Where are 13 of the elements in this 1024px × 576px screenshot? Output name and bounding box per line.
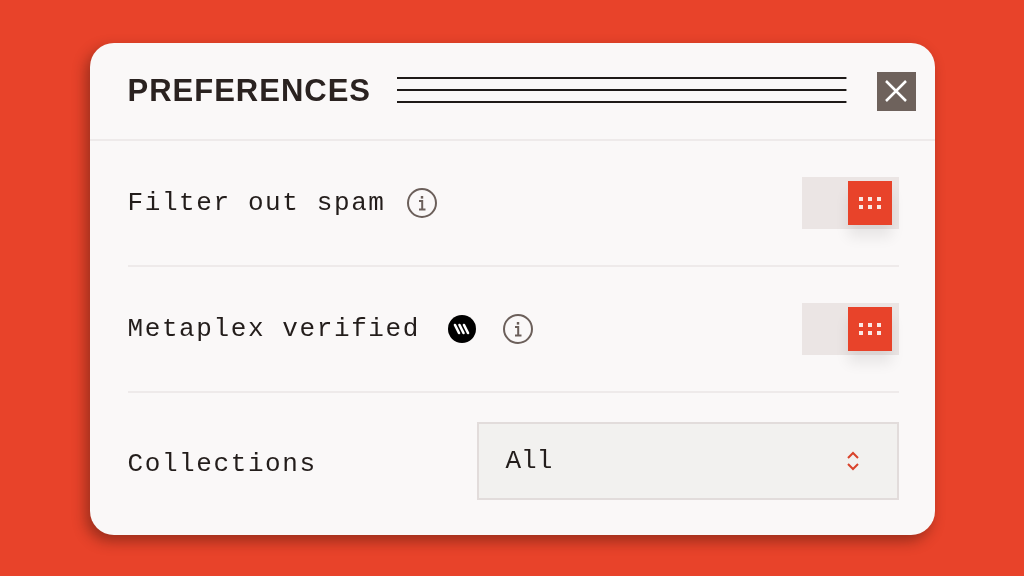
grip-icon bbox=[857, 196, 882, 209]
close-icon bbox=[884, 79, 908, 103]
info-icon[interactable] bbox=[405, 186, 438, 219]
collections-dropdown[interactable]: All bbox=[476, 421, 899, 500]
toggle-switch[interactable] bbox=[801, 176, 899, 229]
setting-label: Metaplex verified bbox=[127, 313, 420, 344]
close-button[interactable] bbox=[876, 71, 916, 111]
setting-label: Collections bbox=[127, 448, 317, 479]
setting-label: Filter out spam bbox=[127, 187, 386, 218]
info-icon[interactable] bbox=[501, 312, 534, 345]
grip-icon bbox=[857, 322, 882, 335]
toggle-switch[interactable] bbox=[801, 302, 899, 355]
dialog-title: PREFERENCES bbox=[127, 73, 372, 109]
